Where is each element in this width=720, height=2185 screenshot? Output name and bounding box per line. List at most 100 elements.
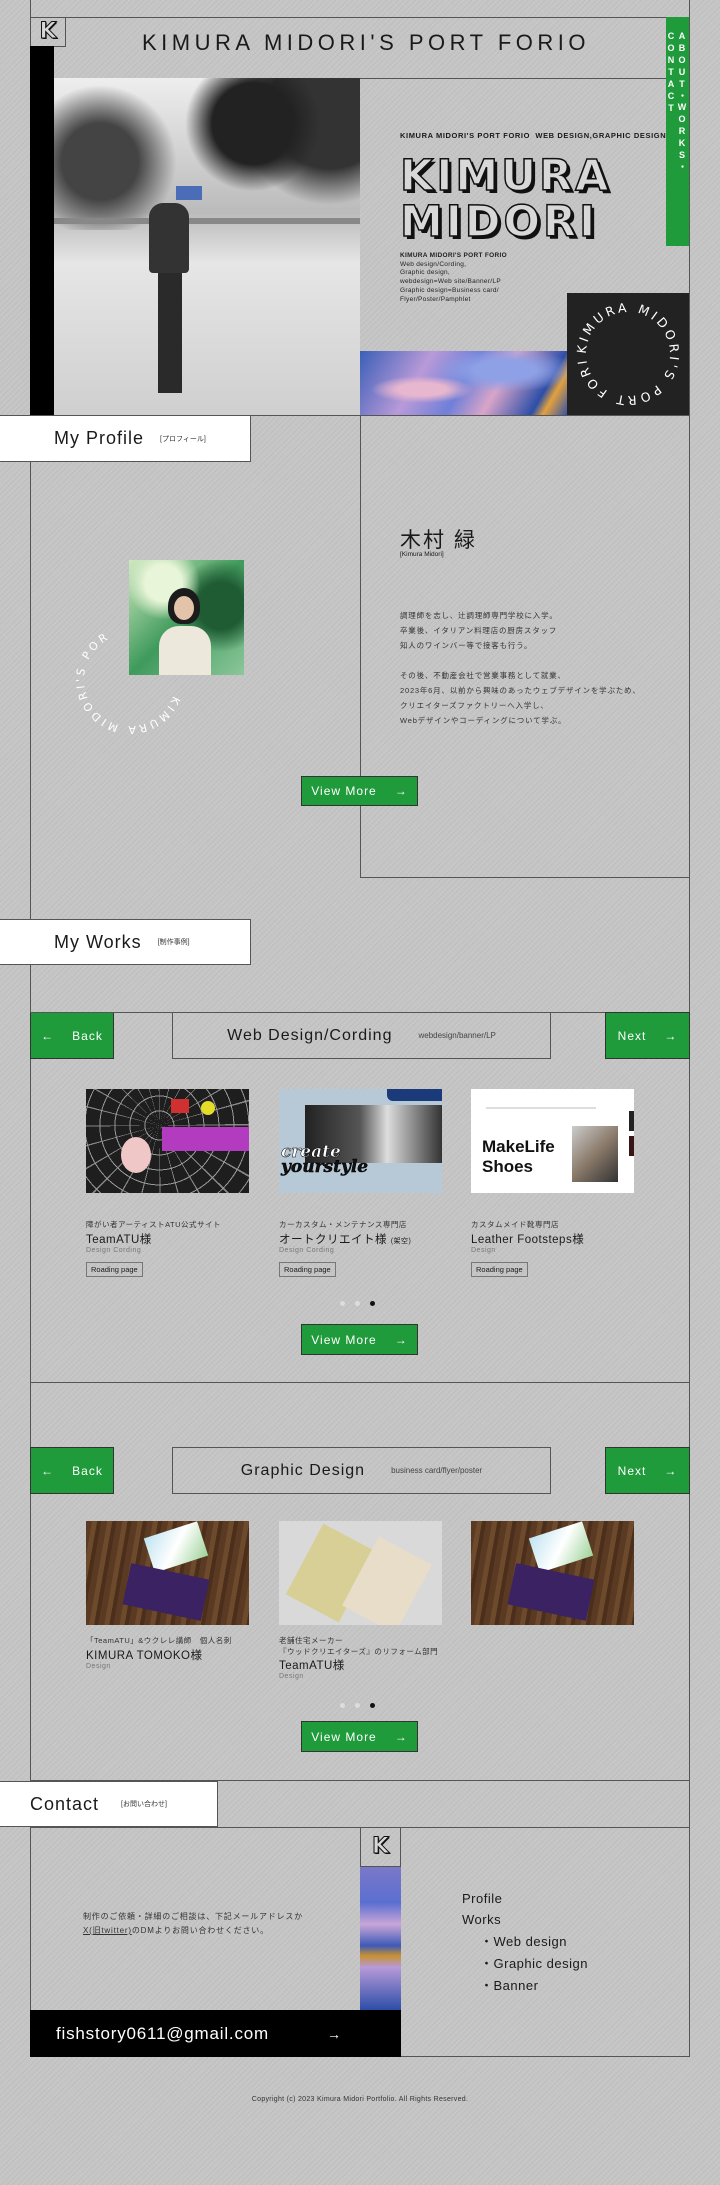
- graphic-back-button[interactable]: ← Back: [30, 1447, 114, 1494]
- category-title: Graphic Design: [240, 1461, 366, 1479]
- works-heading: My Works [制作事例]: [0, 919, 251, 965]
- web-category-title: Web Design/Cording webdesign/banner/LP: [172, 1012, 551, 1059]
- arrow-left-icon: ←: [41, 1463, 55, 1478]
- work-category: カーカスタム・メンテナンス専門店: [279, 1220, 407, 1229]
- back-label: Back: [72, 1463, 103, 1478]
- graphic-thumb-business-card-2[interactable]: [471, 1521, 634, 1625]
- work-thumb-leather[interactable]: MakeLife Shoes: [471, 1089, 634, 1193]
- side-nav-label[interactable]: ABOUT・WORKS・CONTACT: [666, 31, 689, 246]
- footer-nav-profile[interactable]: Profile: [462, 1889, 588, 1909]
- work-thumb-autocreate[interactable]: create yourstyle: [279, 1089, 442, 1193]
- graphic-thumb-business-card[interactable]: [86, 1521, 249, 1625]
- web-view-more-button[interactable]: View More →: [301, 1324, 418, 1355]
- graphic-thumb-flyer[interactable]: [279, 1521, 442, 1625]
- carousel-dot-active[interactable]: [370, 1301, 375, 1306]
- profile-view-more-button[interactable]: View More →: [301, 776, 418, 806]
- work-note: (架空): [390, 1238, 412, 1245]
- copyright: Copyright (c) 2023 Kimura Midori Portfol…: [251, 2096, 469, 2103]
- web-carousel-dots[interactable]: [340, 1301, 375, 1306]
- arrow-right-icon: →: [327, 2025, 341, 2042]
- black-bar: [30, 46, 54, 415]
- roading-page-button[interactable]: Roading page: [279, 1262, 336, 1277]
- email-address[interactable]: fishstory0611@gmail.com: [56, 2024, 269, 2044]
- web-next-button[interactable]: Next →: [605, 1012, 690, 1059]
- hero-detail: Graphic design=Business card/: [400, 286, 499, 294]
- footer-nav-graphic-design[interactable]: Graphic design: [494, 1956, 588, 1971]
- graphic-next-button[interactable]: Next →: [605, 1447, 690, 1494]
- work-category: 「TeamATU」&ウクレレ講師 個人名刺: [86, 1636, 232, 1645]
- graphic-category-title: Graphic Design business card/flyer/poster: [172, 1447, 551, 1494]
- carousel-dot[interactable]: [340, 1301, 345, 1306]
- view-more-label: View More: [311, 784, 377, 798]
- hero-details: KIMURA MIDORI'S PORT FORIO Web design/Co…: [400, 252, 507, 304]
- arrow-left-icon: ←: [41, 1028, 55, 1043]
- next-label: Next: [617, 1463, 647, 1478]
- footer-nav: Profile Works ・Web design ・Graphic desig…: [462, 1889, 588, 1997]
- profile-name-roman: [Kimura Midori]: [400, 551, 444, 558]
- work-tags: Design Cording: [279, 1247, 335, 1254]
- footer-nav-banner[interactable]: Banner: [494, 1978, 539, 1993]
- hero-caption: KIMURA MIDORI'S PORT FORIO WEB DESIGN,GR…: [400, 131, 667, 140]
- profile-box-bottom: [360, 877, 690, 878]
- work-title: TeamATU様: [86, 1234, 152, 1246]
- side-nav[interactable]: ABOUT・WORKS・CONTACT: [666, 17, 689, 246]
- arrow-right-icon: →: [394, 784, 408, 798]
- bio-line: 知人のワインバー等で接客も行う。: [400, 641, 533, 650]
- arrow-right-icon: →: [394, 1332, 408, 1347]
- graphic-carousel-dots[interactable]: [340, 1703, 375, 1708]
- line: [551, 1012, 605, 1013]
- graphic-view-more-button[interactable]: View More →: [301, 1721, 418, 1752]
- marble-image: [360, 351, 567, 415]
- contact-logo[interactable]: K: [360, 1827, 401, 1867]
- rotating-badge: KIMURA MIDORI'S PORT FORIO: [560, 281, 689, 415]
- profile-heading-sub: [プロフィール]: [160, 435, 206, 443]
- svg-text:KIMURA MIDORI'S PORT FORIO: KIMURA MIDORI'S PORT FORIO: [567, 293, 682, 408]
- footer-nav-works[interactable]: Works: [462, 1909, 588, 1931]
- work-tags: Design: [471, 1247, 496, 1254]
- line: [30, 1012, 172, 1013]
- hero-detail: webdesign=Web site/Banner/LP: [400, 278, 501, 286]
- profile-heading: My Profile [プロフィール]: [0, 415, 251, 462]
- category-subtitle: business card/flyer/poster: [391, 1466, 483, 1475]
- carousel-dot[interactable]: [355, 1301, 360, 1306]
- bio-line: 卒業後、イタリアン料理店の厨房スタッフ: [400, 626, 558, 635]
- arrow-right-icon: →: [394, 1729, 408, 1744]
- roading-page-button[interactable]: Roading page: [86, 1262, 143, 1277]
- circle-text: KIMURA MIDORI'S PORT FORIO: [560, 281, 679, 408]
- profile-bio: 調理師を志し、辻調理師専門学校に入学。 卒業後、イタリアン料理店の厨房スタッフ …: [400, 608, 641, 728]
- footer-nav-web-design[interactable]: Web design: [494, 1934, 567, 1949]
- bullet: ・: [480, 1934, 494, 1949]
- work-category: 障がい者アーティストATU公式サイト: [86, 1220, 222, 1229]
- carousel-dot[interactable]: [340, 1703, 345, 1708]
- work-title: TeamATU様: [279, 1660, 345, 1672]
- hero-detail: Flyer/Poster/Pamphlet: [400, 295, 471, 303]
- logo-mark: K: [371, 1834, 390, 1859]
- work-category: 『ウッドクリエイターズ』のリフォーム部門: [279, 1647, 439, 1656]
- view-more-label: View More: [311, 1729, 377, 1744]
- profile-circle-label: KIMURA MIDORI'S POR: [70, 624, 190, 740]
- logo[interactable]: K: [30, 17, 66, 47]
- carousel-dot-active[interactable]: [370, 1703, 375, 1708]
- contact-heading-sub: [お問い合わせ]: [121, 1801, 167, 1808]
- profile-heading-title: My Profile: [54, 428, 145, 448]
- contact-heading: Contact [お問い合わせ]: [0, 1781, 218, 1827]
- contact-bottom-line: [401, 2056, 690, 2057]
- works-heading-title: My Works: [54, 931, 142, 952]
- carousel-dot[interactable]: [355, 1703, 360, 1708]
- bullet: ・: [480, 1978, 494, 1993]
- hero-name-line1: KIMURA: [399, 151, 612, 201]
- bio-line: Webデザインやコーディングについて学ぶ。: [400, 716, 567, 725]
- roading-page-button[interactable]: Roading page: [471, 1262, 528, 1277]
- thumb-text: yourstyle: [281, 1157, 369, 1177]
- work-tags: Design: [279, 1673, 304, 1680]
- email-button[interactable]: fishstory0611@gmail.com →: [30, 2010, 401, 2057]
- category-title: Web Design/Cording: [227, 1026, 393, 1044]
- web-back-button[interactable]: ← Back: [30, 1012, 114, 1059]
- bio-line: クリエイターズファクトリーへ入学し、: [400, 701, 549, 710]
- work-title: オートクリエイト様: [279, 1234, 387, 1246]
- work-thumb-teamatu[interactable]: [86, 1089, 249, 1193]
- arrow-right-icon: →: [664, 1463, 678, 1478]
- x-twitter-link[interactable]: X(旧twitter): [83, 1926, 132, 1935]
- arrow-right-icon: →: [664, 1028, 678, 1043]
- svg-text:KIMURA MIDORI'S POR: KIMURA MIDORI'S POR: [70, 624, 190, 740]
